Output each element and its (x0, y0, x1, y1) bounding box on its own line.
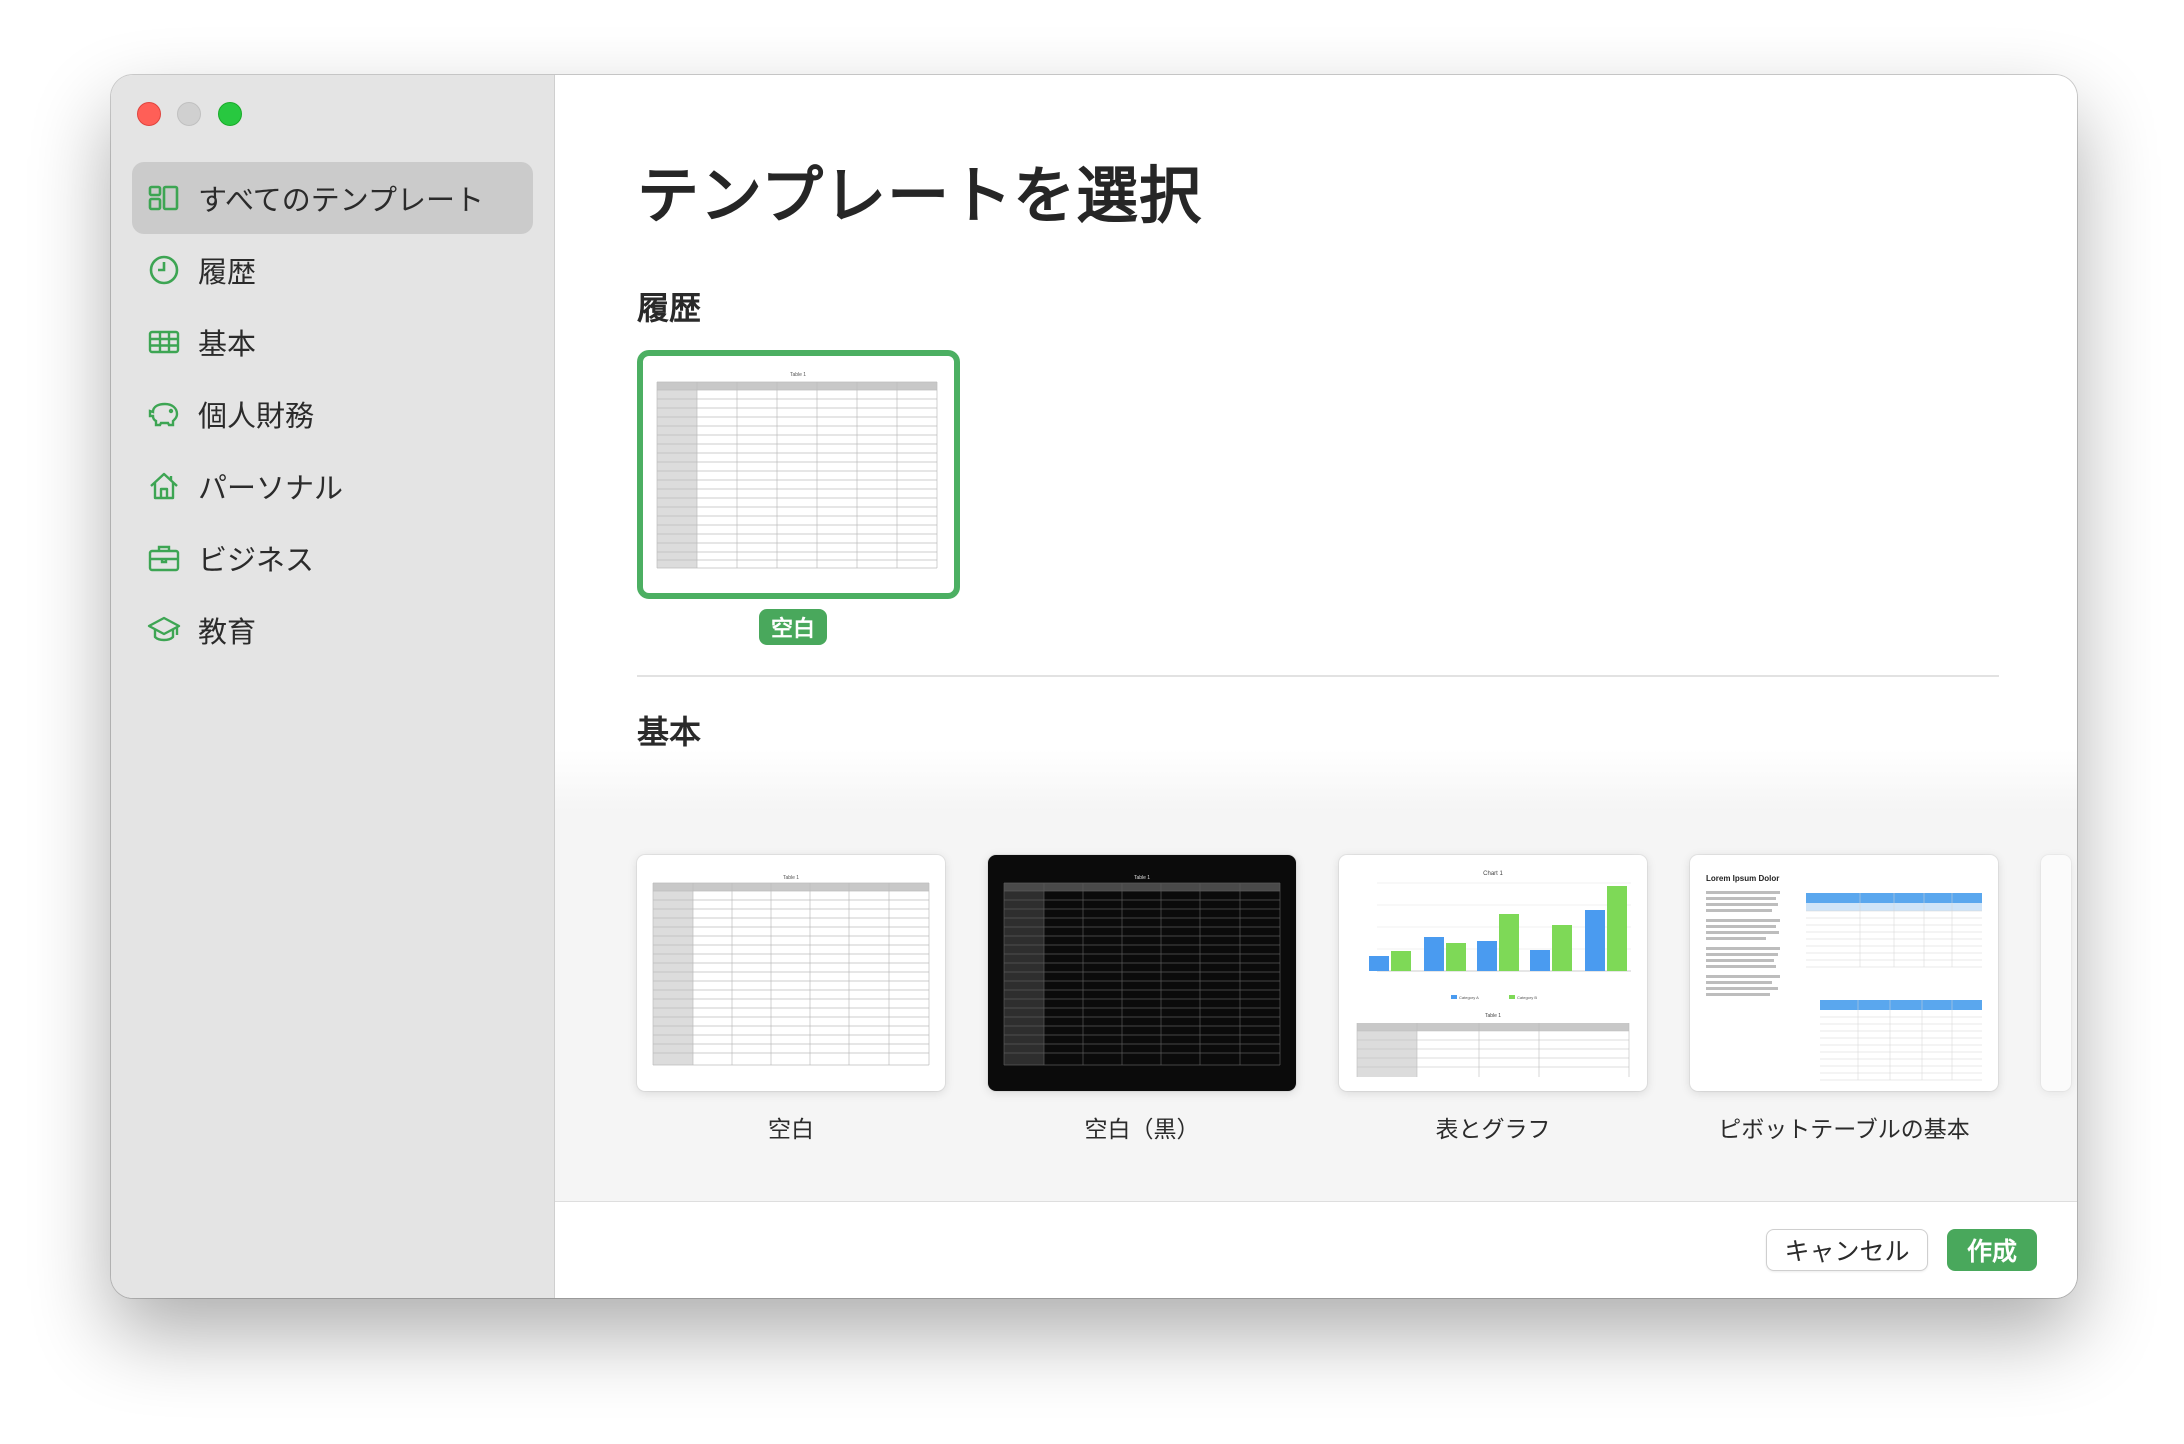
thumb-title: Chart 1 (1483, 871, 1503, 877)
selected-template-label: 空白 (759, 609, 828, 645)
dialog-footer: キャンセル 作成 (555, 1201, 2077, 1298)
sidebar-item-label: ビジネス (198, 543, 315, 577)
blank-dark-table-preview: Table 1 (1003, 875, 1281, 1066)
section-divider (637, 675, 1999, 677)
template-thumbnail-blank[interactable]: Table 1 (637, 855, 945, 1091)
sidebar-item-label: 履歴 (198, 255, 257, 289)
template-thumbnail-table-and-chart[interactable]: Chart 1 Category A Category B Table 1 (1339, 855, 1647, 1091)
table-and-chart-preview: Chart 1 Category A Category B Table 1 (1356, 871, 1631, 1077)
zoom-window-button[interactable] (218, 102, 242, 126)
pivot-table-preview: Lorem Ipsum Dolor (1706, 874, 1982, 1081)
thumb-legend: Category A (1459, 995, 1479, 1000)
briefcase-icon (146, 540, 182, 576)
template-chooser-window: すべてのテンプレート 履歴 基本 個人財務 パーソナル ビジネス 教育 テンプレ… (111, 75, 2077, 1298)
template-label-pivot-table-basics: ピボットテーブルの基本 (1718, 1117, 1970, 1143)
sidebar-item-label: 基本 (198, 327, 257, 361)
sidebar-item-basic[interactable]: 基本 (132, 306, 533, 378)
thumb-legend: Category B (1517, 995, 1537, 1000)
main-content: テンプレートを選択 履歴 Table 1 空白 基本 Table 1 空白 Ta… (555, 75, 2077, 1298)
thumb-title: Table 1 (783, 875, 799, 881)
section-heading-recent: 履歴 (637, 289, 702, 327)
section-heading-basic: 基本 (637, 713, 702, 751)
template-thumbnail-blank-dark[interactable]: Table 1 (988, 855, 1296, 1091)
house-icon (146, 468, 182, 504)
sidebar-item-all-templates[interactable]: すべてのテンプレート (132, 162, 533, 234)
template-label-blank-dark: 空白（黒） (1084, 1117, 1200, 1143)
graduation-cap-icon (146, 612, 182, 648)
clock-icon (146, 252, 182, 288)
thumb-title: Table 1 (790, 372, 806, 378)
piggy-bank-icon (146, 396, 182, 432)
template-thumbnail-pivot-table-basics[interactable]: Lorem Ipsum Dolor (1690, 855, 1998, 1091)
close-window-button[interactable] (137, 102, 161, 126)
blank-table-preview: Table 1 (652, 875, 930, 1066)
template-thumbnail-next-partial[interactable] (2041, 855, 2071, 1091)
all-templates-icon (146, 180, 182, 216)
sidebar: すべてのテンプレート 履歴 基本 個人財務 パーソナル ビジネス 教育 (111, 75, 555, 1298)
thumb-title: Table 1 (1134, 875, 1150, 881)
thumb-title: Lorem Ipsum Dolor (1706, 874, 1779, 883)
sidebar-item-personal[interactable]: パーソナル (132, 450, 533, 522)
sidebar-item-business[interactable]: ビジネス (132, 522, 533, 594)
sidebar-item-label: 個人財務 (198, 399, 315, 433)
template-label-table-and-chart: 表とグラフ (1435, 1117, 1551, 1143)
cancel-button[interactable]: キャンセル (1766, 1229, 1928, 1271)
sidebar-item-recent[interactable]: 履歴 (132, 234, 533, 306)
blank-table-preview: Table 1 (656, 372, 938, 569)
minimize-window-button[interactable] (177, 102, 201, 126)
sidebar-item-label: 教育 (198, 615, 257, 649)
sidebar-item-label: すべてのテンプレート (198, 183, 484, 217)
template-label-blank: 空白 (768, 1117, 814, 1143)
create-button[interactable]: 作成 (1947, 1229, 2037, 1271)
sidebar-item-education[interactable]: 教育 (132, 594, 533, 666)
table-icon (146, 324, 182, 360)
sidebar-item-personal-finance[interactable]: 個人財務 (132, 378, 533, 450)
sidebar-item-label: パーソナル (198, 471, 344, 505)
template-thumbnail-recent-blank[interactable]: Table 1 (637, 350, 960, 599)
page-title: テンプレートを選択 (637, 159, 1203, 232)
thumb-title: Table 1 (1485, 1013, 1501, 1019)
